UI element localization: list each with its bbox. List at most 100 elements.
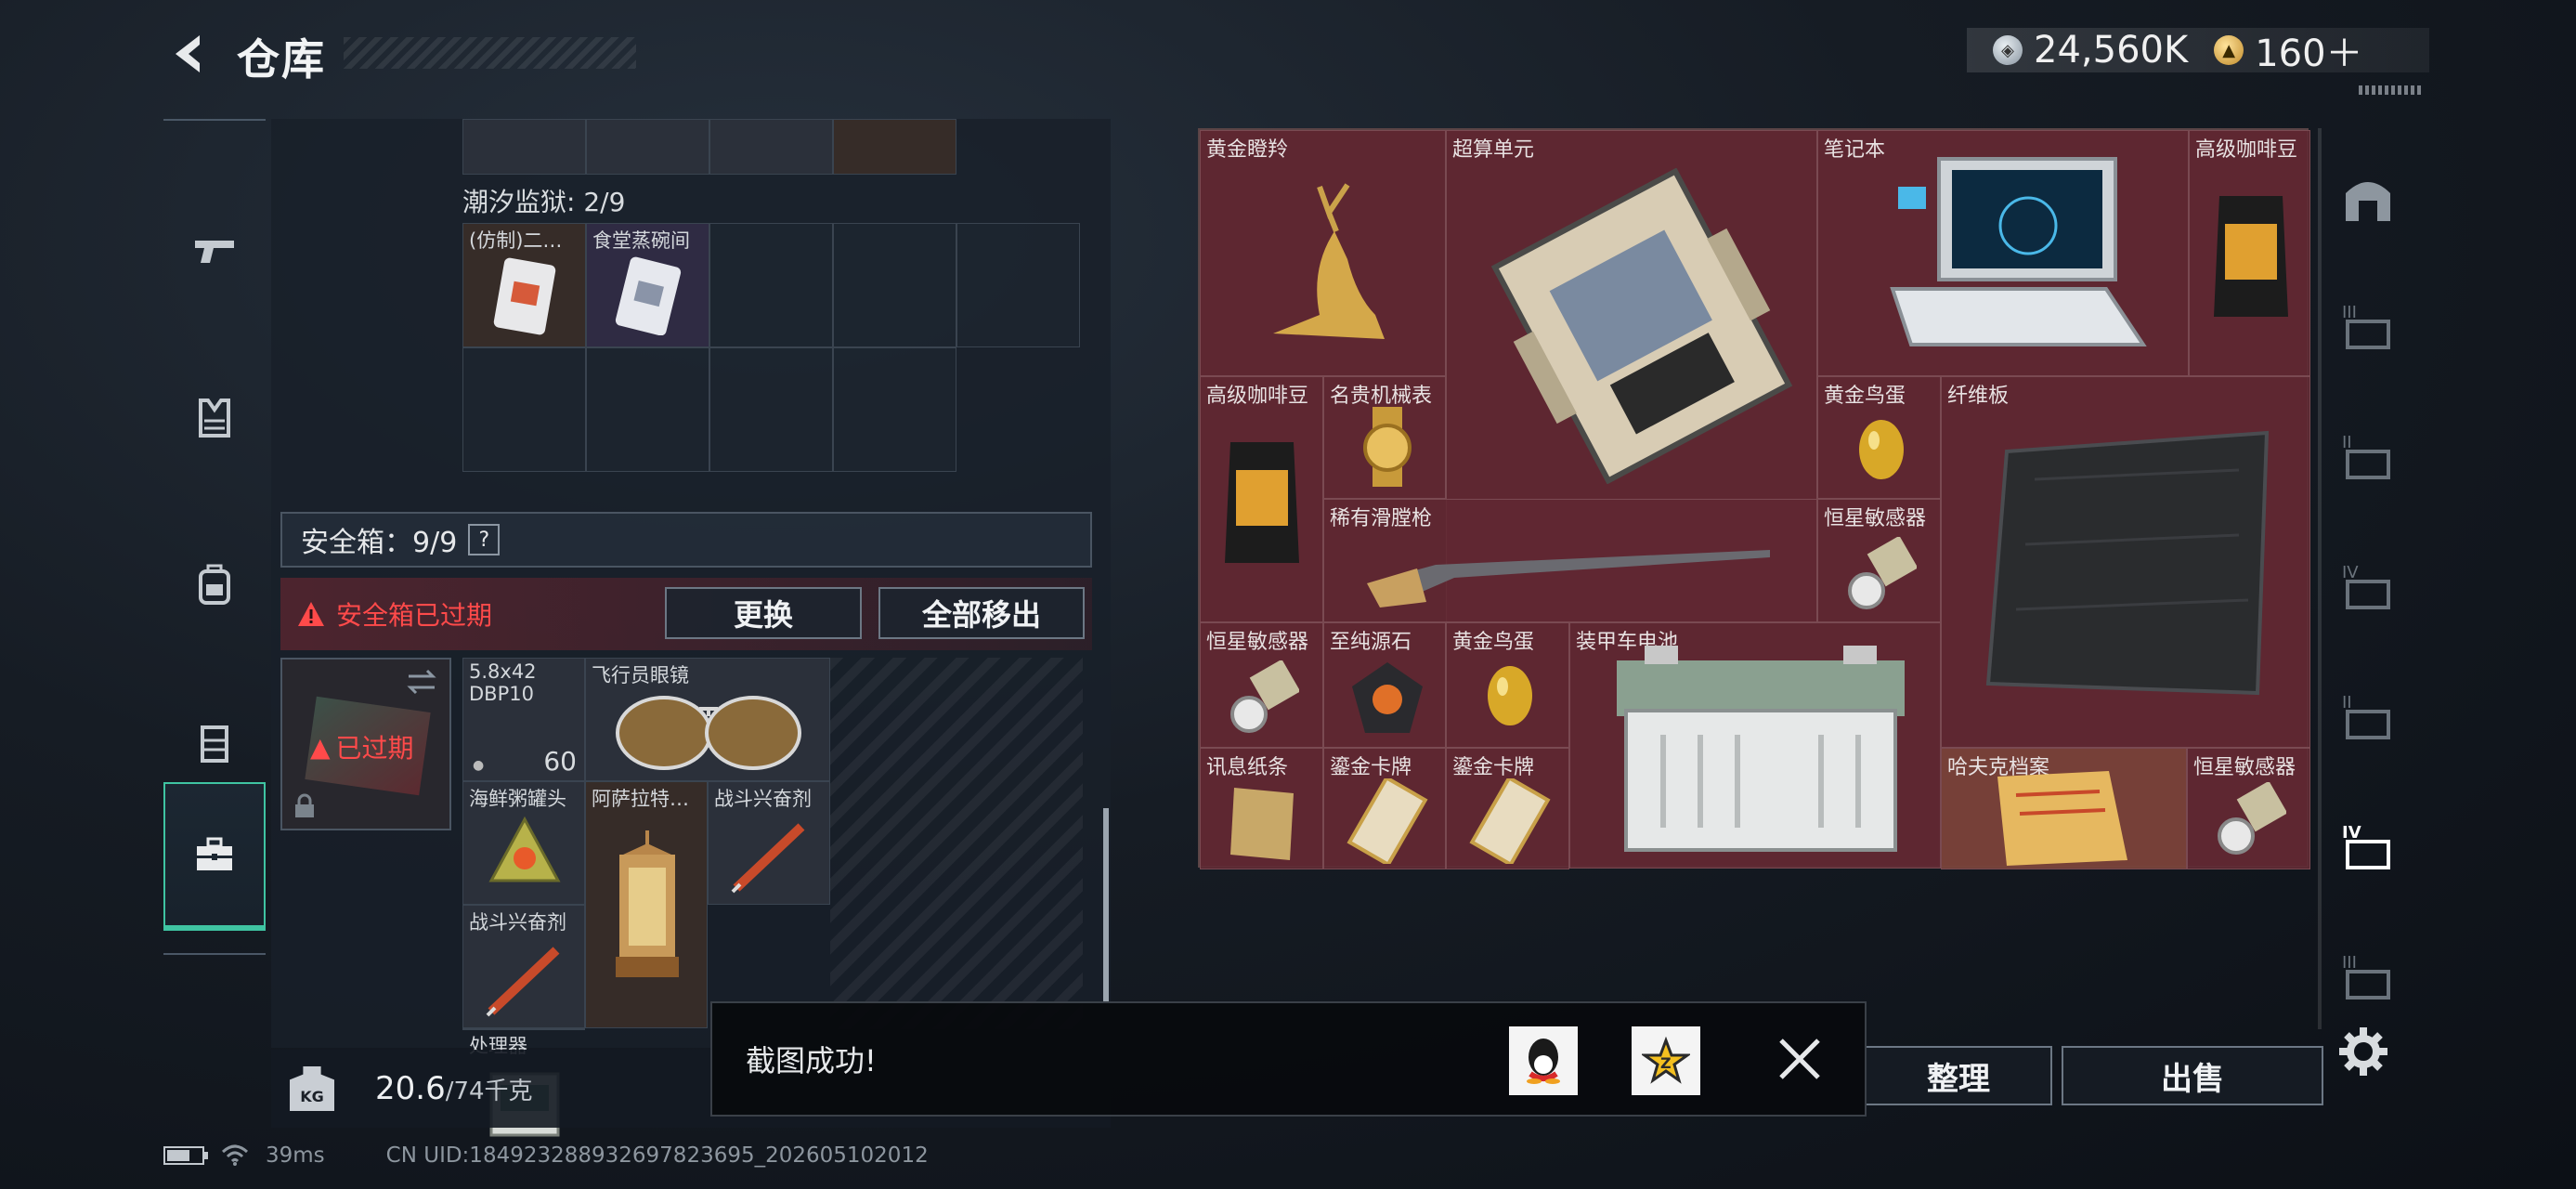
star-sensor-icon	[2218, 782, 2286, 855]
close-icon[interactable]	[1772, 1031, 1828, 1087]
stash-item-rare-musket[interactable]: 稀有滑膛枪	[1323, 499, 1817, 622]
grid-cell[interactable]	[833, 119, 956, 175]
tab-stash-4[interactable]: IV	[2338, 555, 2398, 615]
grid-cell-empty[interactable]	[833, 223, 956, 347]
replace-button[interactable]: 更换	[665, 587, 862, 639]
stash-item-armored-vehicle-battery[interactable]: 装甲车电池	[1569, 622, 1941, 869]
briefcase-icon	[197, 837, 232, 870]
uid-text: CN UID:1849232889326978236​95_2026051020…	[385, 1143, 929, 1168]
stash-item-golden-egg[interactable]: 黄金鸟蛋	[1446, 622, 1569, 748]
nav-backpack[interactable]	[163, 511, 266, 660]
safe-item-lantern[interactable]: 阿萨拉特…	[585, 781, 708, 1028]
safe-box-header: 安全箱：9/9 ?	[280, 512, 1092, 568]
stash-item-luxury-watch[interactable]: 名贵机械表	[1323, 376, 1446, 499]
stash-item-star-sensor[interactable]: 恒星敏感器	[1200, 622, 1323, 748]
share-qzone-button[interactable]: Z	[1632, 1026, 1700, 1095]
coffee-bag-icon	[1225, 442, 1299, 563]
loot-item[interactable]: (仿制)二…	[462, 223, 586, 347]
safe-box-grid: 5.8x42 DBP10 ● 60 飞行员眼镜 海鲜粥罐头 阿萨拉特… 战斗兴奋…	[462, 658, 1083, 1137]
weight-max: /74千克	[445, 1078, 533, 1105]
sell-button[interactable]: 出售	[2062, 1046, 2323, 1105]
tab-home-icon[interactable]	[2338, 169, 2398, 229]
tab-stash-4-active[interactable]: IV	[2338, 816, 2398, 875]
safe-item-stimulant[interactable]: 战斗兴奋剂	[462, 905, 585, 1028]
stash-tab-sidebar: III II IV II IV III	[2322, 128, 2414, 1057]
svg-text:II: II	[2342, 693, 2352, 712]
qzone-star-icon: Z	[1642, 1037, 1690, 1084]
expired-warning-bar: 安全箱已过期 更换 全部移出	[280, 578, 1092, 650]
stash-item-gilded-card[interactable]: 鎏金卡牌	[1446, 748, 1569, 869]
svg-text:III: III	[2342, 953, 2357, 973]
stash-item-golden-egg[interactable]: 黄金鸟蛋	[1817, 376, 1941, 499]
item-label: 黄金鸟蛋	[1452, 631, 1535, 654]
scrollbar[interactable]	[1103, 808, 1109, 1003]
warning-icon	[298, 602, 324, 626]
stash-item-coffee-beans[interactable]: 高级咖啡豆	[1200, 376, 1323, 622]
stash-item-haavk-file[interactable]: 哈夫克档案	[1941, 748, 2187, 869]
grid-cell-empty[interactable]	[462, 347, 586, 472]
grid-cell-empty[interactable]	[956, 223, 1080, 347]
weight-icon: KG	[290, 1066, 334, 1111]
syringe-icon	[486, 947, 560, 1017]
battery-icon	[163, 1146, 208, 1165]
item-label: 高级咖啡豆	[2195, 138, 2298, 162]
nav-safebox[interactable]	[163, 782, 266, 931]
stash-item-pure-originium[interactable]: 至纯源石	[1323, 622, 1446, 748]
nav-armor[interactable]	[163, 344, 266, 492]
stash-item-star-sensor[interactable]: 恒星敏感器	[2187, 748, 2310, 869]
stash-item-laptop[interactable]: 笔记本	[1817, 130, 2189, 376]
version-tag	[2359, 85, 2424, 95]
grid-cell[interactable]	[709, 119, 833, 175]
tab-stash-3[interactable]: III	[2338, 295, 2398, 355]
stash-grid: 黄金瞪羚 超算单元 笔记本 高级咖啡豆 高级咖啡豆 名贵机械表 黄金鸟蛋 纤维板…	[1198, 128, 2310, 869]
safe-item-stimulant[interactable]: 战斗兴奋剂	[708, 781, 830, 905]
backpack-icon	[199, 564, 230, 605]
nav-weapons[interactable]	[163, 176, 266, 325]
grid-cell-empty[interactable]	[709, 347, 833, 472]
stash-item-fiberboard[interactable]: 纤维板	[1941, 376, 2310, 748]
stash-item-coffee-beans[interactable]: 高级咖啡豆	[2189, 130, 2310, 376]
item-label: 黄金鸟蛋	[1824, 385, 1906, 408]
stash-tab-icon: III	[2342, 953, 2390, 1000]
grid-cell-empty[interactable]	[833, 347, 956, 472]
settings-gear-icon[interactable]	[2335, 1024, 2391, 1079]
sort-button[interactable]: 整理	[1865, 1046, 2052, 1105]
grid-cell[interactable]	[586, 119, 709, 175]
stash-tab-icon: III	[2342, 303, 2390, 349]
grid-cell[interactable]	[462, 119, 586, 175]
share-qq-button[interactable]	[1509, 1026, 1578, 1095]
move-all-out-button[interactable]: 全部移出	[878, 587, 1085, 639]
grid-cell-empty[interactable]	[709, 223, 833, 347]
item-label: 海鲜粥罐头	[469, 788, 566, 810]
tab-stash-2[interactable]: II	[2338, 425, 2398, 485]
item-label: (仿制)二…	[469, 229, 563, 252]
currency-bar[interactable]: ◈ 24,560K ▲ 160＋	[1967, 28, 2429, 75]
safe-item-ammo[interactable]: 5.8x42 DBP10 ● 60	[462, 658, 585, 781]
tab-stash-2b[interactable]: II	[2338, 686, 2398, 745]
safe-item-processor[interactable]: 处理器	[462, 1028, 585, 1137]
item-label: 纤维板	[1947, 385, 2010, 408]
safe-item-sunglasses[interactable]: 飞行员眼镜	[585, 658, 830, 781]
grid-cell-empty[interactable]	[586, 347, 709, 472]
safebox-slot[interactable]: ▲ 已过期	[280, 658, 451, 830]
item-label: 高级咖啡豆	[1206, 385, 1309, 408]
item-label: 讯息纸条	[1206, 756, 1289, 779]
keycard-icon	[493, 257, 556, 335]
back-button[interactable]	[158, 26, 223, 82]
tab-stash-3b[interactable]: III	[2338, 946, 2398, 1005]
stash-item-message-note[interactable]: 讯息纸条	[1200, 748, 1323, 869]
toast-message: 截图成功!	[746, 1043, 877, 1078]
loot-item[interactable]: 食堂蒸碗间	[586, 223, 709, 347]
help-icon[interactable]: ?	[468, 524, 501, 555]
grid-cell-unavailable	[956, 347, 1080, 472]
star-sensor-icon	[1848, 537, 1917, 609]
silver-coin-icon: ◈	[1993, 35, 2023, 65]
stash-item-gilded-card[interactable]: 鎏金卡牌	[1323, 748, 1446, 869]
item-label: 恒星敏感器	[1824, 507, 1927, 530]
safe-item-can[interactable]: 海鲜粥罐头	[462, 781, 585, 905]
stash-item-star-sensor[interactable]: 恒星敏感器	[1817, 499, 1941, 622]
rig-icon	[201, 725, 228, 763]
wifi-icon	[221, 1144, 249, 1166]
item-label: 5.8x42 DBP10	[469, 660, 537, 705]
stash-item-golden-gazelle[interactable]: 黄金瞪羚	[1200, 130, 1446, 376]
